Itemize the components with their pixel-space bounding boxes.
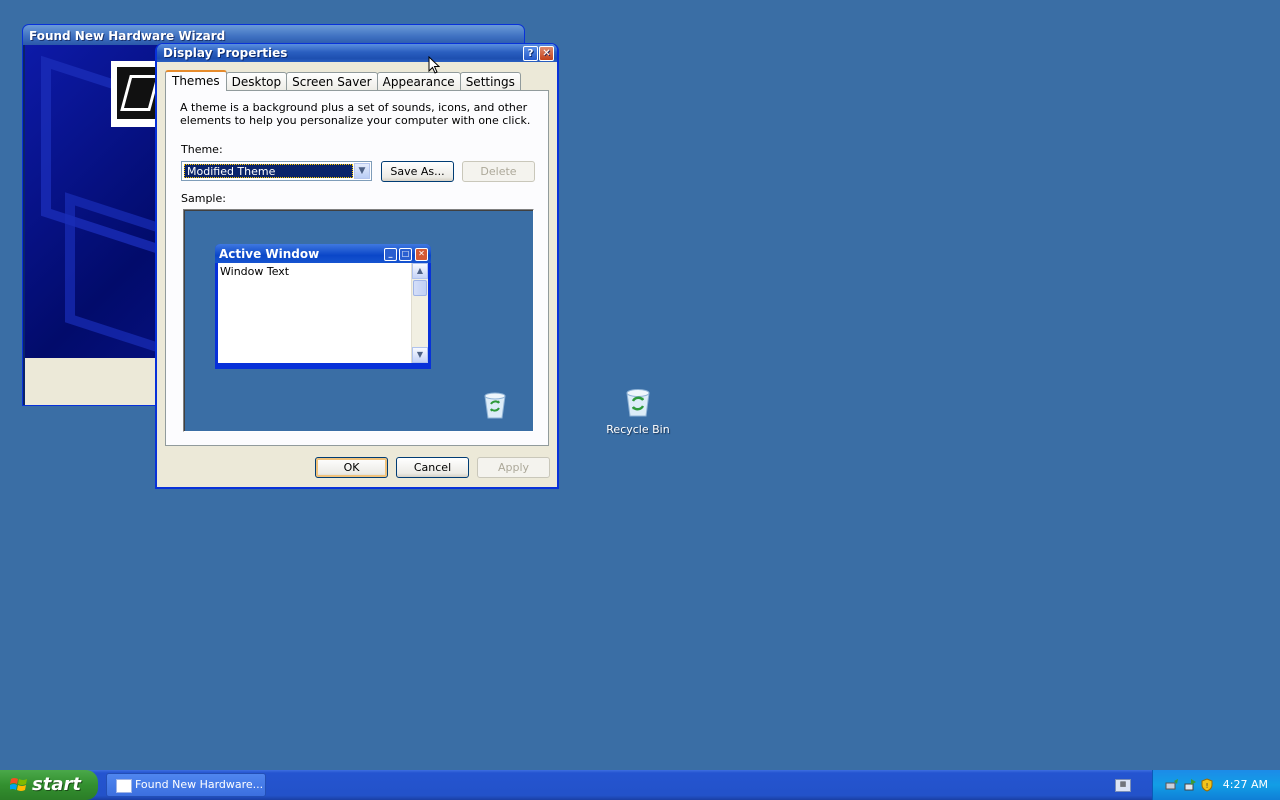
taskbar-item-hardware-wizard[interactable]: Found New Hardware... <box>106 773 266 797</box>
minimize-icon: _ <box>384 248 397 261</box>
help-button[interactable]: ? <box>523 46 538 61</box>
start-button[interactable]: start <box>0 770 98 800</box>
tab-strip: Themes Desktop Screen Saver Appearance S… <box>165 70 521 91</box>
save-as-button[interactable]: Save As... <box>381 161 454 182</box>
themes-panel: A theme is a background plus a set of so… <box>165 90 549 446</box>
recycle-bin-icon <box>626 389 650 417</box>
chevron-down-icon[interactable]: ▼ <box>354 163 370 179</box>
cancel-button[interactable]: Cancel <box>396 457 469 478</box>
tab-themes[interactable]: Themes <box>165 70 227 91</box>
start-label: start <box>32 774 81 795</box>
scroll-up-icon: ▲ <box>412 263 428 279</box>
wizard-footer <box>25 358 158 405</box>
network-icon[interactable] <box>1183 778 1197 792</box>
windows-logo-icon <box>10 778 27 791</box>
recycle-bin-icon <box>484 392 506 419</box>
svg-text:!: ! <box>1206 782 1209 790</box>
maximize-icon: □ <box>399 248 412 261</box>
taskbar-item-label: Found New Hardware... <box>135 778 264 791</box>
keyboard-icon[interactable]: ▦ <box>1115 779 1131 792</box>
sample-scrollbar: ▲ ▼ <box>411 263 428 363</box>
taskbar: start Found New Hardware... ▦ ! 4:27 AM <box>0 770 1280 800</box>
theme-select-value: Modified Theme <box>184 164 353 178</box>
sample-active-window: Active Window _ □ ✕ Window Text ▲ ▼ <box>215 244 431 369</box>
close-icon: ✕ <box>415 248 428 261</box>
security-shield-icon[interactable]: ! <box>1200 778 1214 792</box>
tab-appearance[interactable]: Appearance <box>376 72 461 91</box>
safely-remove-hardware-icon[interactable] <box>1165 778 1179 792</box>
desktop-recycle-bin[interactable]: Recycle Bin <box>598 386 678 436</box>
dialog-title: Display Properties <box>163 46 288 60</box>
scroll-thumb <box>413 280 427 296</box>
wizard-title[interactable]: Found New Hardware Wizard <box>23 25 524 45</box>
clock[interactable]: 4:27 AM <box>1223 770 1268 800</box>
themes-description: A theme is a background plus a set of so… <box>180 101 531 127</box>
dialog-titlebar[interactable]: Display Properties ? ✕ <box>157 44 557 62</box>
recycle-bin-label: Recycle Bin <box>606 423 670 436</box>
delete-button[interactable]: Delete <box>462 161 535 182</box>
apply-button[interactable]: Apply <box>477 457 550 478</box>
mouse-cursor-icon <box>428 56 440 74</box>
theme-label: Theme: <box>181 143 223 156</box>
tab-screen-saver[interactable]: Screen Saver <box>286 72 378 91</box>
display-properties-dialog[interactable]: Display Properties ? ✕ Themes Desktop Sc… <box>156 44 558 488</box>
sample-window-text: Window Text <box>220 265 290 278</box>
window-icon <box>116 779 132 793</box>
tab-settings[interactable]: Settings <box>459 72 521 91</box>
tab-desktop[interactable]: Desktop <box>225 72 288 91</box>
sample-window-title: Active Window <box>219 247 320 261</box>
close-button[interactable]: ✕ <box>539 46 554 61</box>
theme-select[interactable]: Modified Theme ▼ <box>181 161 372 181</box>
sample-label: Sample: <box>181 192 226 205</box>
scroll-down-icon: ▼ <box>412 347 428 363</box>
ok-button[interactable]: OK <box>315 457 388 478</box>
theme-sample-preview: Active Window _ □ ✕ Window Text ▲ ▼ <box>183 209 534 432</box>
system-tray: ! 4:27 AM <box>1152 770 1280 800</box>
